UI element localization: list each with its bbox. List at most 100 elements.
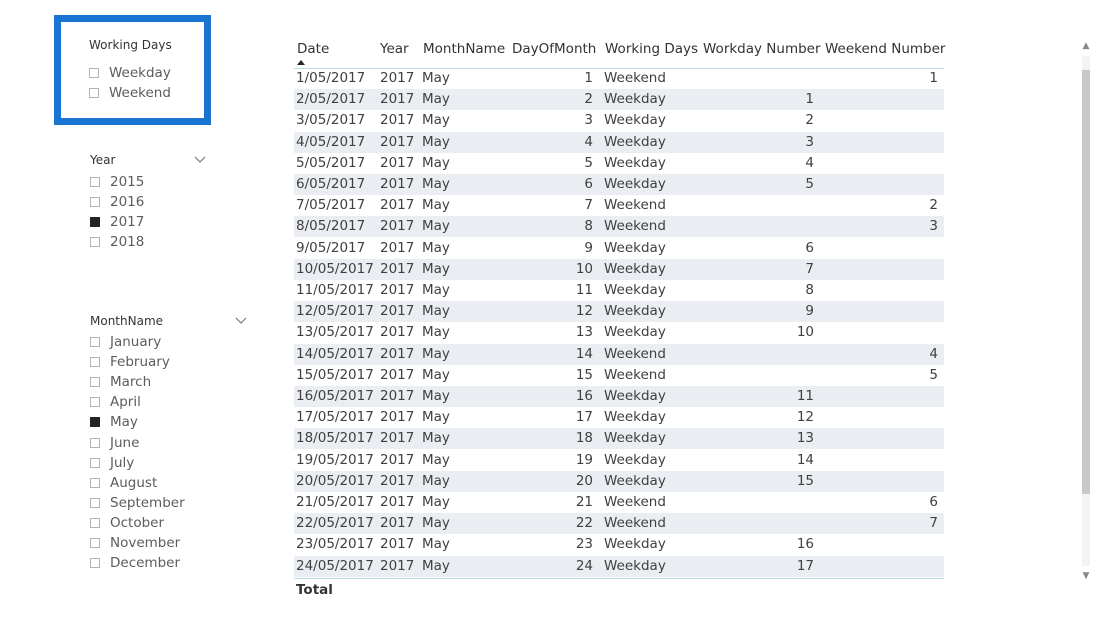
month-item-january[interactable]: January	[90, 332, 161, 352]
month-item-label: September	[110, 494, 185, 511]
cell-year: 2017	[380, 515, 415, 532]
working-days-item-weekend[interactable]: Weekend	[89, 83, 171, 103]
table-row[interactable]: 14/05/2017 2017 May 14 Weekend 4	[294, 343, 944, 365]
checkbox[interactable]	[90, 538, 100, 548]
table-row[interactable]: 1/05/2017 2017 May 1 Weekend 1	[294, 68, 944, 89]
year-slicer-title: Year	[90, 153, 116, 167]
table-row[interactable]: 13/05/2017 2017 May 13 Weekday 10	[294, 322, 944, 343]
table-row[interactable]: 3/05/2017 2017 May 3 Weekday 2	[294, 110, 944, 131]
table-row[interactable]: 6/05/2017 2017 May 6 Weekday 5	[294, 174, 944, 195]
checkbox[interactable]	[89, 88, 99, 98]
month-item-may[interactable]: May	[90, 412, 138, 432]
checkbox[interactable]	[89, 68, 99, 78]
checkbox-checked[interactable]	[90, 217, 100, 227]
checkbox[interactable]	[90, 177, 100, 187]
table-row[interactable]: 24/05/2017 2017 May 24 Weekday 17	[294, 555, 944, 577]
scroll-down-icon[interactable]: ▼	[1080, 570, 1092, 582]
month-item-june[interactable]: June	[90, 433, 139, 453]
cell-year: 2017	[380, 218, 415, 235]
table-row[interactable]: 4/05/2017 2017 May 4 Weekday 3	[294, 131, 944, 153]
table-row[interactable]: 21/05/2017 2017 May 21 Weekend 6	[294, 492, 944, 513]
cell-monthname: May	[422, 536, 450, 553]
month-item-november[interactable]: November	[90, 533, 180, 553]
cell-monthname: May	[422, 430, 450, 447]
chevron-down-icon[interactable]	[235, 317, 247, 325]
cell-weekend-number: 1	[929, 70, 938, 86]
year-item-label: 2016	[110, 194, 145, 210]
month-item-march[interactable]: March	[90, 372, 151, 392]
checkbox[interactable]	[90, 497, 100, 508]
cell-weekend-number: 6	[929, 494, 938, 510]
checkbox[interactable]	[90, 397, 100, 408]
checkbox[interactable]	[90, 237, 100, 247]
year-slicer[interactable]: Year 2015 2016 2017 2018	[90, 150, 215, 260]
cell-working-days: Weekday	[604, 430, 666, 447]
column-header-working-days[interactable]: Working Days	[605, 41, 698, 57]
month-item-december[interactable]: December	[90, 553, 180, 573]
checkbox-checked[interactable]	[90, 417, 100, 428]
table-row[interactable]: 17/05/2017 2017 May 17 Weekday 12	[294, 407, 944, 428]
table-row[interactable]: 18/05/2017 2017 May 18 Weekday 13	[294, 428, 944, 450]
scroll-up-icon[interactable]: ▲	[1080, 40, 1092, 52]
checkbox[interactable]	[90, 197, 100, 207]
year-item-2017[interactable]: 2017	[90, 212, 144, 232]
checkbox[interactable]	[90, 377, 100, 388]
column-header-weekend-number[interactable]: Weekend Number	[825, 41, 945, 57]
table-row[interactable]: 16/05/2017 2017 May 16 Weekday 11	[294, 386, 944, 407]
cell-year: 2017	[380, 366, 415, 383]
column-header-dayofmonth[interactable]: DayOfMonth	[512, 41, 596, 57]
month-item-september[interactable]: September	[90, 493, 185, 513]
working-days-slicer[interactable]: Working Days Weekday Weekend	[54, 15, 211, 125]
cell-year: 2017	[380, 282, 415, 298]
column-header-workday-number[interactable]: Workday Number	[703, 41, 821, 57]
cell-date: 4/05/2017	[296, 133, 366, 150]
cell-working-days: Weekday	[604, 536, 666, 553]
sort-ascending-icon[interactable]	[297, 60, 305, 65]
cell-dayofmonth: 21	[575, 494, 593, 510]
table-row[interactable]: 2/05/2017 2017 May 2 Weekday 1	[294, 89, 944, 111]
month-item-july[interactable]: July	[90, 453, 134, 473]
table-row[interactable]: 8/05/2017 2017 May 8 Weekend 3	[294, 216, 944, 238]
cell-year: 2017	[380, 324, 415, 341]
table-row[interactable]: 9/05/2017 2017 May 9 Weekday 6	[294, 238, 944, 259]
table-row[interactable]: 10/05/2017 2017 May 10 Weekday 7	[294, 258, 944, 280]
table-row[interactable]: 15/05/2017 2017 May 15 Weekend 5	[294, 365, 944, 386]
checkbox[interactable]	[90, 337, 100, 347]
scroll-thumb[interactable]	[1082, 70, 1090, 494]
cell-date: 19/05/2017	[296, 451, 374, 468]
year-item-2015[interactable]: 2015	[90, 172, 144, 192]
cell-monthname: May	[422, 388, 450, 404]
working-days-item-weekday[interactable]: Weekday	[89, 63, 171, 83]
month-item-august[interactable]: August	[90, 473, 157, 493]
table-row[interactable]: 5/05/2017 2017 May 5 Weekday 4	[294, 153, 944, 174]
column-header-year[interactable]: Year	[380, 41, 409, 57]
column-header-monthname[interactable]: MonthName	[423, 41, 505, 57]
table-row[interactable]: 19/05/2017 2017 May 19 Weekday 14	[294, 450, 944, 471]
year-item-2016[interactable]: 2016	[90, 192, 144, 212]
checkbox[interactable]	[90, 517, 100, 528]
table-row[interactable]: 20/05/2017 2017 May 20 Weekday 15	[294, 470, 944, 492]
checkbox[interactable]	[90, 477, 100, 488]
cell-workday-number: 2	[805, 112, 814, 129]
month-name-slicer[interactable]: MonthName January February March April May Ju…	[90, 311, 255, 576]
checkbox[interactable]	[90, 437, 100, 448]
month-item-october[interactable]: October	[90, 513, 164, 533]
chevron-down-icon[interactable]	[194, 156, 206, 164]
cell-weekend-number: 5	[929, 366, 938, 383]
month-item-label: March	[110, 374, 152, 391]
checkbox[interactable]	[90, 558, 100, 569]
year-item-2018[interactable]: 2018	[90, 232, 144, 252]
table-row[interactable]: 22/05/2017 2017 May 22 Weekend 7	[294, 513, 944, 535]
table-scrollbar[interactable]: ▲ ▼	[1080, 40, 1092, 588]
table-row[interactable]: 7/05/2017 2017 May 7 Weekend 2	[294, 195, 944, 216]
column-header-date[interactable]: Date	[297, 41, 329, 57]
table-row[interactable]: 23/05/2017 2017 May 23 Weekday 16	[294, 534, 944, 555]
checkbox[interactable]	[90, 357, 100, 368]
cell-year: 2017	[380, 70, 415, 86]
table-row[interactable]: 12/05/2017 2017 May 12 Weekday 9	[294, 301, 944, 323]
month-item-april[interactable]: April	[90, 392, 141, 412]
checkbox[interactable]	[90, 457, 100, 468]
month-item-february[interactable]: February	[90, 352, 170, 372]
cell-date: 13/05/2017	[296, 324, 374, 341]
table-row[interactable]: 11/05/2017 2017 May 11 Weekday 8	[294, 280, 944, 301]
